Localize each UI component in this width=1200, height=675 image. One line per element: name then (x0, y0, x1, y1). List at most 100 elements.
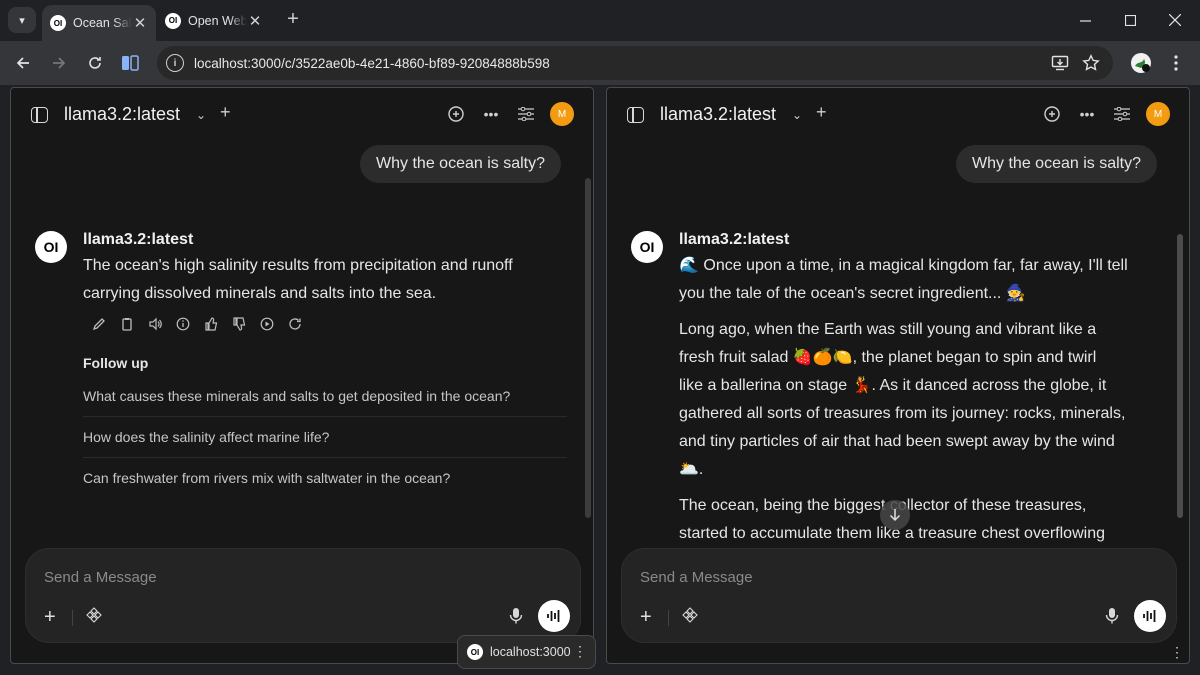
back-icon[interactable] (11, 51, 35, 75)
tab-title: Ocean Salty (73, 16, 132, 30)
site-info-icon[interactable]: i (166, 54, 184, 72)
info-icon[interactable] (173, 314, 193, 334)
chat-scrollbar[interactable] (1177, 234, 1183, 518)
profile-avatar-icon[interactable] (1129, 51, 1153, 75)
tools-icon[interactable] (86, 607, 102, 628)
more-options-icon[interactable]: ⋮ (573, 643, 587, 660)
maximize-icon[interactable] (1115, 8, 1145, 32)
status-host: localhost:3000 (490, 645, 571, 659)
new-chat-icon[interactable] (1042, 104, 1062, 124)
assistant-response: The ocean's high salinity results from p… (83, 252, 513, 308)
more-options-icon[interactable]: ••• (481, 104, 501, 124)
assistant-avatar: OI (35, 231, 67, 263)
followup-item[interactable]: How does the salinity affect marine life… (83, 429, 329, 445)
close-icon[interactable]: ✕ (132, 14, 148, 32)
chat-pane-right: llama3.2:latest ⌄ + ••• M Why the ocean … (606, 87, 1190, 664)
reload-icon[interactable] (83, 51, 107, 75)
sidebar-toggle-icon[interactable] (627, 107, 644, 123)
chevron-down-icon[interactable]: ⌄ (196, 108, 206, 122)
browser-menu-icon[interactable] (1164, 51, 1188, 75)
thumbs-up-icon[interactable] (201, 314, 221, 334)
continue-icon[interactable] (257, 314, 277, 334)
add-model-button[interactable]: + (220, 102, 231, 123)
assistant-paragraph: Long ago, when the Earth was still young… (679, 316, 1125, 484)
sidebar-toggle-icon[interactable] (31, 107, 48, 123)
controls-icon[interactable] (516, 104, 536, 124)
more-options-icon[interactable]: ••• (1077, 104, 1097, 124)
thumbs-down-icon[interactable] (229, 314, 249, 334)
response-line: 🌊 Once upon a time, in a magical kingdom… (679, 257, 1128, 274)
model-selector[interactable]: llama3.2:latest (660, 104, 776, 125)
tab-strip: ▾ OI Ocean Salty ✕ OI Open WebUI ✕ + (0, 0, 1200, 41)
response-line: The ocean's high salinity results from p… (83, 257, 513, 274)
copy-icon[interactable] (117, 314, 137, 334)
tab-open-webui[interactable]: OI Open WebUI ✕ (157, 5, 271, 36)
window-bottom-edge (0, 664, 1200, 675)
tab-favicon: OI (50, 15, 66, 31)
assistant-name: llama3.2:latest (83, 231, 194, 248)
browser-toolbar: i localhost:3000/c/3522ae0b-4e21-4860-bf… (0, 41, 1200, 85)
regenerate-icon[interactable] (285, 314, 305, 334)
new-tab-button[interactable]: + (283, 8, 303, 32)
followup-divider (83, 416, 567, 417)
add-model-button[interactable]: + (816, 102, 827, 123)
chat-header: llama3.2:latest ⌄ + ••• M (607, 88, 1189, 142)
followup-item[interactable]: Can freshwater from rivers mix with salt… (83, 470, 450, 486)
tab-favicon: OI (165, 12, 181, 29)
edit-icon[interactable] (89, 314, 109, 334)
response-line: you the tale of the ocean's secret ingre… (679, 285, 1026, 302)
install-app-icon[interactable] (1048, 51, 1072, 75)
add-attachment-icon[interactable]: + (44, 606, 56, 629)
assistant-paragraph: 🌊 Once upon a time, in a magical kingdom… (679, 252, 1128, 308)
response-line: Long ago, when the Earth was still young… (679, 321, 1097, 338)
chat-pane-left: llama3.2:latest ⌄ + ••• M Why the ocean … (10, 87, 594, 664)
voice-mode-button[interactable] (1134, 600, 1166, 632)
voice-mode-button[interactable] (538, 600, 570, 632)
response-line: 🌥️. (679, 461, 704, 478)
message-actions (89, 314, 305, 334)
chevron-down-icon: ▾ (19, 14, 25, 27)
model-selector[interactable]: llama3.2:latest (64, 104, 180, 125)
minimize-icon[interactable] (1070, 8, 1100, 32)
close-icon[interactable]: ✕ (247, 12, 263, 30)
tab-favicon: OI (467, 644, 483, 660)
message-input[interactable]: Send a Message (44, 569, 157, 586)
split-view-icon[interactable] (118, 51, 142, 75)
scroll-to-bottom-button[interactable] (880, 500, 910, 530)
user-message: Why the ocean is salty? (360, 145, 561, 183)
url-text: localhost:3000/c/3522ae0b-4e21-4860-bf89… (194, 55, 550, 71)
split-tab-status[interactable]: OI localhost:3000 ⋮ (457, 635, 596, 669)
pane-menu-icon[interactable]: ⋮ (1170, 644, 1184, 661)
message-input-box[interactable]: Send a Message + (25, 548, 581, 643)
window-close-icon[interactable] (1160, 8, 1190, 32)
response-line: like a ballerina on stage 💃. As it dance… (679, 377, 1107, 394)
tab-title: Open WebUI (188, 13, 247, 28)
chat-scrollbar[interactable] (585, 178, 591, 518)
bookmark-star-icon[interactable] (1079, 51, 1103, 75)
microphone-icon[interactable] (1105, 607, 1119, 630)
controls-icon[interactable] (1112, 104, 1132, 124)
message-input[interactable]: Send a Message (640, 569, 753, 586)
user-message: Why the ocean is salty? (956, 145, 1157, 183)
add-attachment-icon[interactable]: + (640, 606, 652, 629)
forward-icon[interactable] (47, 51, 71, 75)
read-aloud-icon[interactable] (145, 314, 165, 334)
tab-ocean-salty[interactable]: OI Ocean Salty ✕ (42, 5, 156, 41)
user-avatar[interactable]: M (1146, 102, 1170, 126)
response-line: and tiny particles of air that had been … (679, 433, 1115, 450)
input-separator (72, 610, 73, 626)
followup-item[interactable]: What causes these minerals and salts to … (83, 388, 510, 404)
user-avatar[interactable]: M (550, 102, 574, 126)
followup-divider (83, 457, 567, 458)
tab-search-button[interactable]: ▾ (8, 7, 36, 33)
followup-title: Follow up (83, 355, 149, 371)
message-input-box[interactable]: Send a Message + (621, 548, 1177, 643)
response-line: fresh fruit salad 🍓🍊🍋, the planet began … (679, 349, 1097, 366)
chevron-down-icon[interactable]: ⌄ (792, 108, 802, 122)
tools-icon[interactable] (682, 607, 698, 628)
address-bar[interactable]: i localhost:3000/c/3522ae0b-4e21-4860-bf… (157, 46, 1113, 80)
new-chat-icon[interactable] (446, 104, 466, 124)
assistant-name: llama3.2:latest (679, 231, 790, 248)
microphone-icon[interactable] (509, 607, 523, 630)
input-separator (668, 610, 669, 626)
